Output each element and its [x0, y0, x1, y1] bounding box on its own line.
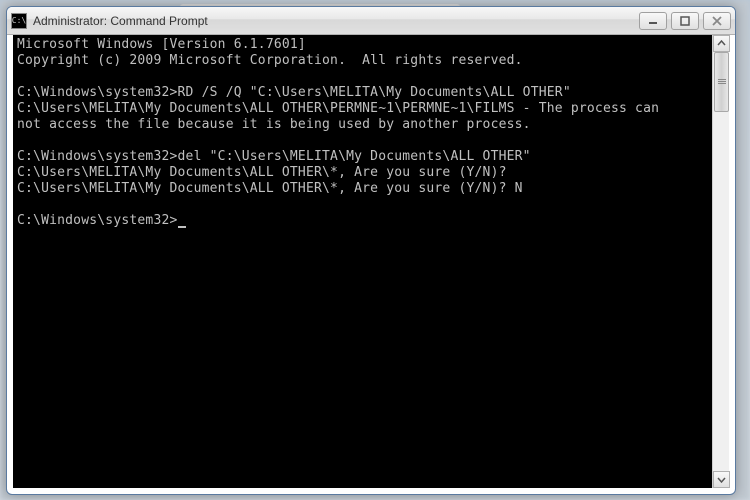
window-title: Administrator: Command Prompt	[33, 14, 639, 28]
command-prompt-window: C:\ Administrator: Command Prompt Micros…	[6, 6, 736, 495]
console-output[interactable]: Microsoft Windows [Version 6.1.7601] Cop…	[13, 35, 712, 488]
close-button[interactable]	[703, 12, 731, 30]
cmd-icon: C:\	[11, 13, 27, 29]
maximize-icon	[680, 16, 690, 26]
text-cursor	[178, 226, 186, 228]
minimize-button[interactable]	[639, 12, 667, 30]
client-area: Microsoft Windows [Version 6.1.7601] Cop…	[13, 35, 729, 488]
close-icon	[711, 16, 723, 26]
vertical-scrollbar[interactable]	[712, 35, 729, 488]
maximize-button[interactable]	[671, 12, 699, 30]
scroll-up-button[interactable]	[713, 35, 730, 52]
titlebar[interactable]: C:\ Administrator: Command Prompt	[7, 7, 735, 35]
scroll-thumb[interactable]	[714, 52, 729, 112]
chevron-up-icon	[717, 39, 726, 48]
chevron-down-icon	[717, 475, 726, 484]
window-controls	[639, 12, 731, 30]
minimize-icon	[648, 16, 658, 26]
scroll-down-button[interactable]	[713, 471, 730, 488]
